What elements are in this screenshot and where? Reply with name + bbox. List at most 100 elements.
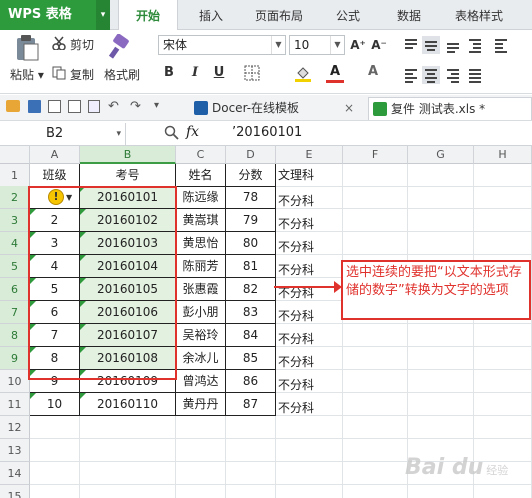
cell-e3[interactable]: 不分科 (276, 209, 343, 232)
align-left-icon[interactable] (402, 66, 420, 84)
cell-a14[interactable] (30, 462, 80, 485)
cell-f12[interactable] (343, 416, 408, 439)
indent-icon[interactable] (466, 36, 484, 54)
zoom-icon[interactable] (164, 125, 179, 143)
cell-e10[interactable]: 不分科 (276, 370, 343, 393)
cell-c12[interactable] (176, 416, 226, 439)
chevron-down-icon[interactable]: ▾ (116, 123, 121, 145)
paste-button[interactable]: 粘贴 ▾ (10, 66, 44, 83)
cell-f15[interactable] (343, 485, 408, 498)
cell-e8[interactable]: 不分科 (276, 324, 343, 347)
cell-e9[interactable]: 不分科 (276, 347, 343, 370)
cell-f4[interactable] (343, 232, 408, 255)
cell-e11[interactable]: 不分科 (276, 393, 343, 416)
cell-h3[interactable] (474, 209, 532, 232)
cell-f9[interactable] (343, 347, 408, 370)
cell-b8[interactable]: 20160107 (80, 324, 176, 347)
cell-a9[interactable]: 8 (30, 347, 80, 370)
cell-d7[interactable]: 83 (226, 301, 276, 324)
cell-a6[interactable]: 5 (30, 278, 80, 301)
border-icon[interactable] (244, 65, 260, 84)
cell-f2[interactable] (343, 186, 408, 209)
cell-h11[interactable] (474, 393, 532, 416)
cell-d14[interactable] (226, 462, 276, 485)
row-header[interactable]: 12 (0, 416, 30, 439)
tab-home[interactable]: 开始 (118, 0, 178, 31)
cell-b9[interactable]: 20160108 (80, 347, 176, 370)
cell-g3[interactable] (408, 209, 474, 232)
cell-f8[interactable] (343, 324, 408, 347)
clear-format-button[interactable]: A (364, 63, 382, 81)
cell-d15[interactable] (226, 485, 276, 498)
cell-d9[interactable]: 85 (226, 347, 276, 370)
column-header-g[interactable]: G (408, 146, 474, 164)
column-header-d[interactable]: D (226, 146, 276, 164)
cut-button[interactable]: 剪切 (70, 36, 94, 53)
cell-f11[interactable] (343, 393, 408, 416)
justify-icon[interactable] (466, 66, 484, 84)
row-header[interactable]: 13 (0, 439, 30, 462)
cell-d8[interactable]: 84 (226, 324, 276, 347)
cell-a13[interactable] (30, 439, 80, 462)
cell-g12[interactable] (408, 416, 474, 439)
align-middle-icon[interactable] (422, 36, 440, 54)
close-icon[interactable]: × (344, 97, 354, 120)
cell-a12[interactable] (30, 416, 80, 439)
cell-e2[interactable]: 不分科 (276, 186, 343, 209)
doc-tab-workbook[interactable]: 复件 测试表.xls * (368, 97, 532, 120)
cell-e7[interactable]: 不分科 (276, 301, 343, 324)
redo-icon[interactable]: ↷ (130, 99, 141, 114)
cell-d13[interactable] (226, 439, 276, 462)
name-box[interactable]: B2 ▾ (0, 123, 126, 145)
cell-b7[interactable]: 20160106 (80, 301, 176, 324)
cell-c15[interactable] (176, 485, 226, 498)
select-all-corner[interactable] (0, 146, 30, 164)
cell-h1[interactable] (474, 164, 532, 187)
cell-e1[interactable]: 文理科 (276, 164, 343, 187)
cell-b14[interactable] (80, 462, 176, 485)
cell-e12[interactable] (276, 416, 343, 439)
cell-d6[interactable]: 82 (226, 278, 276, 301)
cell-h15[interactable] (474, 485, 532, 498)
cell-b10[interactable]: 20160109 (80, 370, 176, 393)
cell-d12[interactable] (226, 416, 276, 439)
column-header-a[interactable]: A (30, 146, 80, 164)
cell-a15[interactable] (30, 485, 80, 498)
cell-c5[interactable]: 陈丽芳 (176, 255, 226, 278)
cell-e13[interactable] (276, 439, 343, 462)
row-header[interactable]: 4 (0, 232, 30, 255)
cell-g4[interactable] (408, 232, 474, 255)
paste-icon[interactable] (14, 34, 40, 65)
cell-a4[interactable]: 3 (30, 232, 80, 255)
cell-d2[interactable]: 78 (226, 186, 276, 209)
tab-page-layout[interactable]: 页面布局 (246, 0, 312, 30)
cell-g9[interactable] (408, 347, 474, 370)
row-header[interactable]: 2 (0, 186, 30, 209)
cell-g2[interactable] (408, 186, 474, 209)
cell-e6[interactable]: 不分科 (276, 278, 343, 301)
align-center-icon[interactable] (422, 66, 440, 84)
row-header[interactable]: 14 (0, 462, 30, 485)
cell-d11[interactable]: 87 (226, 393, 276, 416)
cell-b11[interactable]: 20160110 (80, 393, 176, 416)
row-header[interactable]: 6 (0, 278, 30, 301)
align-top-icon[interactable] (402, 36, 420, 54)
cell-a3[interactable]: 2 (30, 209, 80, 232)
copy-button[interactable]: 复制 (70, 66, 94, 83)
tab-data[interactable]: 数据 (386, 0, 432, 30)
warning-dropdown-icon[interactable]: ▼ (66, 193, 72, 202)
export-pdf-icon[interactable] (88, 100, 100, 113)
undo-icon[interactable]: ↶ (108, 99, 119, 114)
underline-button[interactable]: U (210, 64, 228, 82)
cell-g11[interactable] (408, 393, 474, 416)
cell-c2[interactable]: 陈远缘 (176, 186, 226, 209)
cell-b2[interactable]: 20160101 (80, 186, 176, 209)
outdent-icon[interactable] (492, 36, 510, 54)
warning-icon[interactable]: ! (48, 189, 64, 205)
function-icon[interactable]: fx (186, 124, 199, 140)
cell-f10[interactable] (343, 370, 408, 393)
cell-d3[interactable]: 79 (226, 209, 276, 232)
cell-c7[interactable]: 彭小朋 (176, 301, 226, 324)
cell-f13[interactable] (343, 439, 408, 462)
cell-a11[interactable]: 10 (30, 393, 80, 416)
